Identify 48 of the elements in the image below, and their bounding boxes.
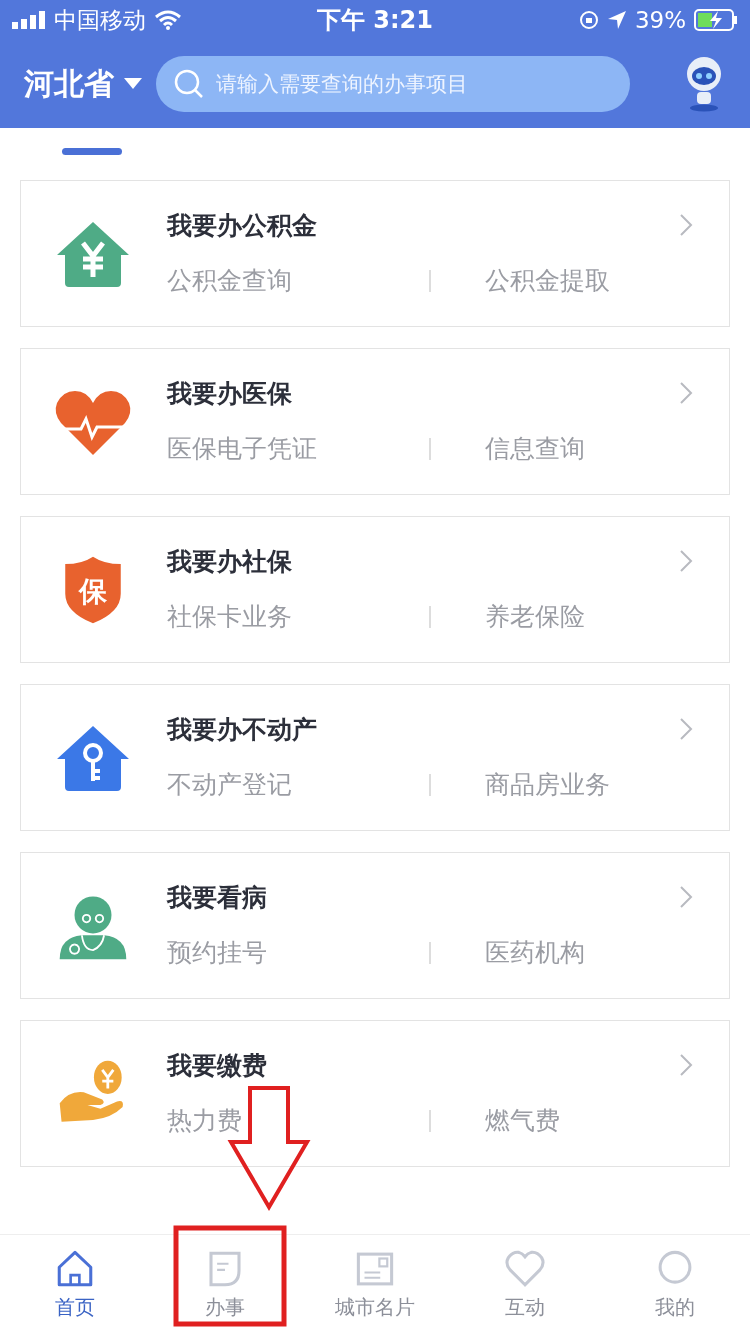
signal-icon bbox=[12, 11, 46, 29]
chevron-icon bbox=[679, 717, 693, 741]
wifi-icon bbox=[154, 10, 182, 30]
service-card[interactable]: 我要看病 预约挂号 医药机构 bbox=[20, 852, 730, 999]
service-card[interactable]: 我要办不动产 不动产登记 商品房业务 bbox=[20, 684, 730, 831]
service-link[interactable]: 燃气费 bbox=[485, 1104, 711, 1137]
service-card[interactable]: 保 我要办社保 社保卡业务 养老保险 bbox=[20, 516, 730, 663]
chevron-icon bbox=[679, 549, 693, 573]
service-card[interactable]: 我要办公积金 公积金查询 公积金提取 bbox=[20, 180, 730, 327]
service-title: 我要缴费 bbox=[167, 1050, 267, 1082]
battery-charging-icon bbox=[694, 9, 738, 31]
region-selector[interactable]: 河北省 bbox=[24, 63, 114, 105]
clock-time: 下午 3:21 bbox=[316, 5, 434, 36]
search-icon bbox=[174, 69, 204, 99]
tab-bar-item[interactable]: 办事 bbox=[150, 1235, 300, 1334]
service-link[interactable]: 商品房业务 bbox=[485, 768, 711, 801]
service-link[interactable]: 不动产登记 bbox=[167, 768, 429, 801]
service-card[interactable]: 我要缴费 热力费 燃气费 bbox=[20, 1020, 730, 1167]
service-title: 我要办医保 bbox=[167, 378, 292, 410]
chevron-icon bbox=[679, 1053, 693, 1077]
service-link[interactable]: 公积金提取 bbox=[485, 264, 711, 297]
service-title: 我要办公积金 bbox=[167, 210, 317, 242]
service-link[interactable]: 社保卡业务 bbox=[167, 600, 429, 633]
service-link[interactable]: 信息查询 bbox=[485, 432, 711, 465]
caret-icon[interactable] bbox=[124, 78, 142, 90]
chevron-icon bbox=[679, 885, 693, 909]
tab-bar-item[interactable]: 城市名片 bbox=[300, 1235, 450, 1334]
service-title: 我要办社保 bbox=[167, 546, 292, 578]
service-title: 我要办不动产 bbox=[167, 714, 317, 746]
chevron-icon bbox=[679, 213, 693, 237]
battery-percent: 39% bbox=[634, 7, 686, 33]
tab-bar-item[interactable]: 首页 bbox=[0, 1235, 150, 1334]
service-link[interactable]: 预约挂号 bbox=[167, 936, 429, 969]
tab-bar-item[interactable]: 我的 bbox=[600, 1235, 750, 1334]
service-link[interactable]: 公积金查询 bbox=[167, 264, 429, 297]
rotation-lock-icon bbox=[578, 10, 599, 30]
tab-indicator bbox=[62, 148, 122, 155]
carrier-name: 中国移动 bbox=[54, 5, 146, 35]
tab-bar-item[interactable]: 互动 bbox=[450, 1235, 600, 1334]
service-link[interactable]: 医药机构 bbox=[485, 936, 711, 969]
service-title: 我要看病 bbox=[167, 882, 267, 914]
service-link[interactable]: 养老保险 bbox=[485, 600, 711, 633]
chevron-icon bbox=[679, 381, 693, 405]
search-field[interactable]: 请输入需要查询的办事项目 bbox=[156, 56, 630, 112]
service-link[interactable]: 热力费 bbox=[167, 1104, 429, 1137]
service-card[interactable]: 我要办医保 医保电子凭证 信息查询 bbox=[20, 348, 730, 495]
location-icon bbox=[606, 10, 627, 30]
service-link[interactable]: 医保电子凭证 bbox=[167, 432, 429, 465]
